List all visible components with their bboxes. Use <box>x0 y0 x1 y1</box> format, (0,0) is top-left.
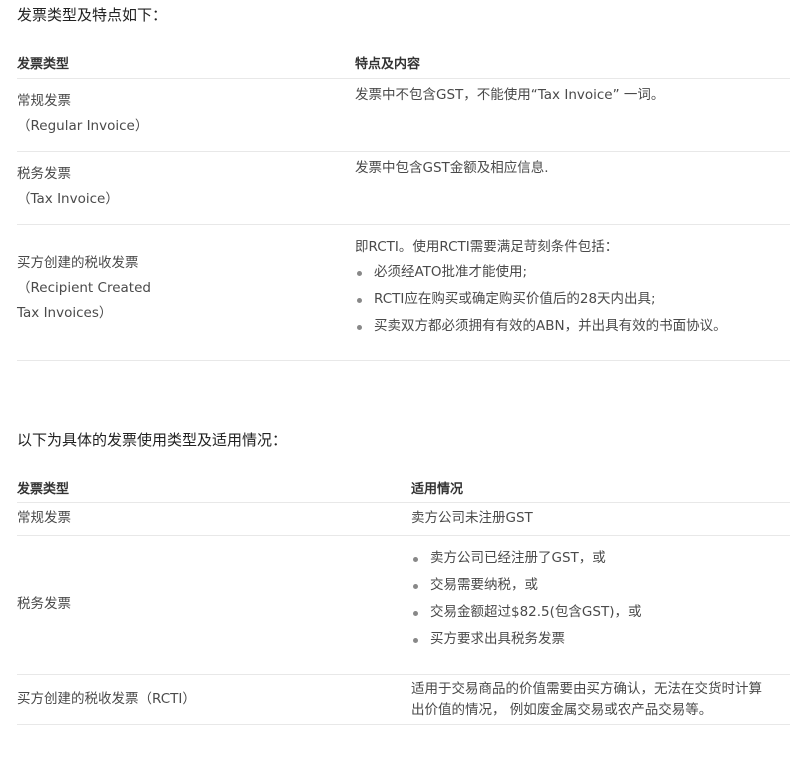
table2-header-usage: 适用情况 <box>411 482 464 497</box>
table1-row3-type-line3: Tax Invoices） <box>17 305 113 321</box>
list-item: 买卖双方都必须拥有有效的ABN，并出具有效的书面协议。 <box>355 314 727 339</box>
table1-header-features: 特点及内容 <box>355 57 421 72</box>
table1-row-divider <box>17 151 790 152</box>
table2-row3-usage-line2: 出价值的情况， 例如废金属交易或农产品交易等。 <box>411 702 713 718</box>
table1-row3-type-line1: 买方创建的税收发票 <box>17 255 139 271</box>
list-item: 卖方公司已经注册了GST，或 <box>411 546 641 571</box>
table1-row1-desc: 发票中不包含GST，不能使用“Tax Invoice” 一词。 <box>355 87 665 103</box>
table1-row1-type-line2: （Regular Invoice） <box>17 118 149 134</box>
table2-row-divider <box>17 674 790 675</box>
table2-row3-type: 买方创建的税收发票（RCTI） <box>17 691 196 707</box>
section2-heading: 以下为具体的发票使用类型及适用情况： <box>17 431 288 449</box>
table1-row2-type-line1: 税务发票 <box>17 166 71 182</box>
table2-row-divider <box>17 535 790 536</box>
table1-header-type: 发票类型 <box>17 57 70 72</box>
list-item: 必须经ATO批准才能使用; <box>355 260 727 285</box>
table2-row1-type: 常规发票 <box>17 510 71 526</box>
list-item: RCTI应在购买或确定购买价值后的28天内出具; <box>355 287 727 312</box>
table1-row3-type-line2: （Recipient Created <box>17 280 151 296</box>
table1-row3-desc: 即RCTI。使用RCTI需要满足苛刻条件包括： <box>355 239 619 255</box>
section1-heading: 发票类型及特点如下： <box>17 6 168 24</box>
table1-row3-bullet-list: 必须经ATO批准才能使用; RCTI应在购买或确定购买价值后的28天内出具; 买… <box>355 260 727 339</box>
table2-header-divider <box>17 502 790 503</box>
table1-bottom-divider <box>17 360 790 361</box>
table1-row3-type: 买方创建的税收发票 （Recipient Created Tax Invoice… <box>17 251 151 326</box>
table2-row3-usage-line1: 适用于交易商品的价值需要由买方确认，无法在交货时计算 <box>411 681 762 697</box>
table1-header-divider <box>17 78 790 79</box>
table1-row2-desc: 发票中包含GST金额及相应信息. <box>355 160 549 176</box>
table2-row2-bullet-list: 卖方公司已经注册了GST，或 交易需要纳税，或 交易金额超过$82.5(包含GS… <box>411 546 641 652</box>
table1-row1-type: 常规发票 （Regular Invoice） <box>17 89 148 139</box>
table2-row2-type: 税务发票 <box>17 596 71 612</box>
table1-row-divider <box>17 224 790 225</box>
list-item: 交易需要纳税，或 <box>411 573 641 598</box>
table2-row3-usage: 适用于交易商品的价值需要由买方确认，无法在交货时计算 出价值的情况， 例如废金属… <box>411 679 762 721</box>
table1-row2-type-line2: （Tax Invoice） <box>17 191 119 207</box>
list-item: 买方要求出具税务发票 <box>411 627 641 652</box>
list-item: 交易金额超过$82.5(包含GST)，或 <box>411 600 641 625</box>
table2-row1-usage: 卖方公司未注册GST <box>411 510 533 526</box>
table1-row1-type-line1: 常规发票 <box>17 93 71 109</box>
table1-row2-type: 税务发票 （Tax Invoice） <box>17 162 119 212</box>
table2-header-type: 发票类型 <box>17 482 70 497</box>
table2-bottom-divider <box>17 724 790 725</box>
